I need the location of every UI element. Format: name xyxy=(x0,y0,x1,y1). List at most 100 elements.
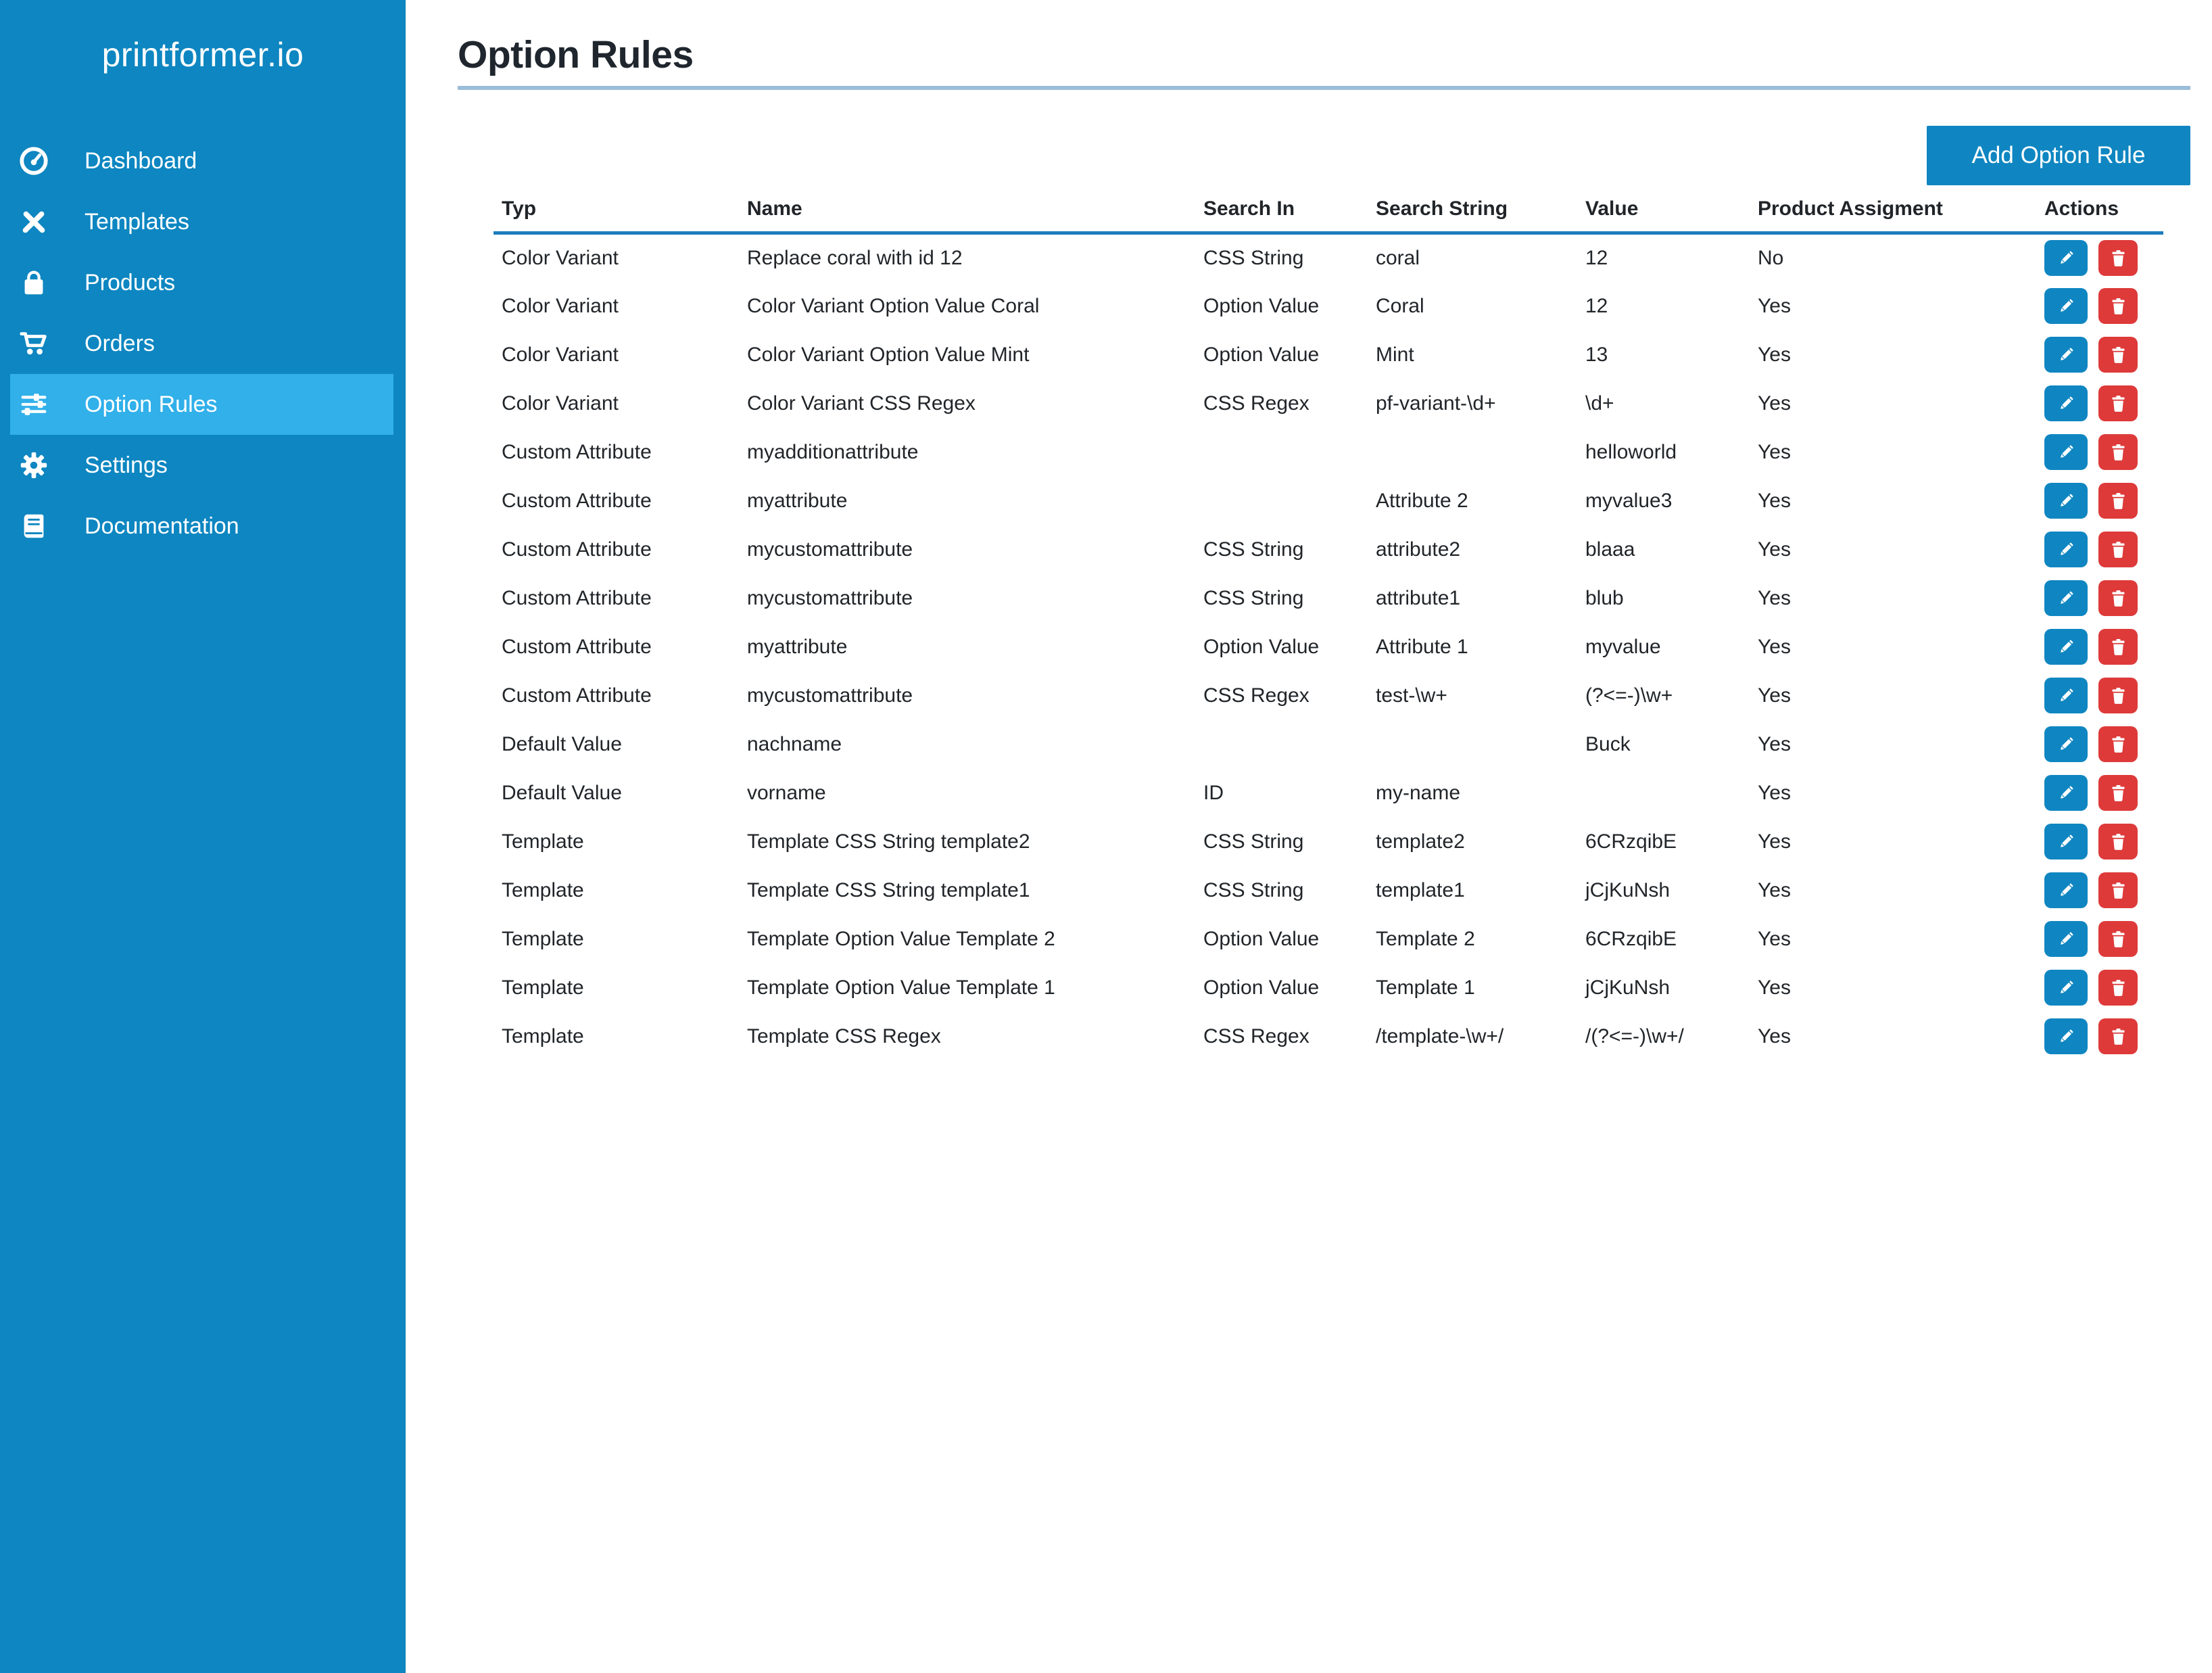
pencil-icon xyxy=(2057,589,2075,607)
trash-icon xyxy=(2109,979,2127,997)
sidebar-item-label: Orders xyxy=(85,331,155,357)
cell-search-string: template2 xyxy=(1368,818,1577,866)
cell-value: 12 xyxy=(1577,282,1750,331)
cell-value: 6CRzqibE xyxy=(1577,915,1750,964)
cell-value: (?<=-)\w+ xyxy=(1577,671,1750,720)
cell-value: /(?<=-)\w+/ xyxy=(1577,1012,1750,1061)
cell-name: myadditionattribute xyxy=(739,428,1195,477)
edit-button[interactable] xyxy=(2044,970,2088,1006)
table-header: TypNameSearch InSearch StringValueProduc… xyxy=(494,197,2163,233)
delete-button[interactable] xyxy=(2098,970,2138,1006)
cell-name: vorname xyxy=(739,769,1195,818)
trash-icon xyxy=(2109,492,2127,510)
cell-name: mycustomattribute xyxy=(739,525,1195,574)
edit-button[interactable] xyxy=(2044,872,2088,908)
cell-product-assignment: Yes xyxy=(1750,866,2036,915)
trash-icon xyxy=(2109,930,2127,948)
delete-button[interactable] xyxy=(2098,629,2138,665)
edit-button[interactable] xyxy=(2044,726,2088,762)
sidebar-item-option-rules[interactable]: Option Rules xyxy=(10,374,393,435)
cell-typ: Template xyxy=(494,1012,739,1061)
cell-search-in: CSS String xyxy=(1195,233,1368,282)
cell-value: 6CRzqibE xyxy=(1577,818,1750,866)
pencil-icon xyxy=(2057,979,2075,997)
delete-button[interactable] xyxy=(2098,580,2138,616)
delete-button[interactable] xyxy=(2098,775,2138,811)
cell-product-assignment: Yes xyxy=(1750,379,2036,428)
trash-icon xyxy=(2109,346,2127,364)
delete-button[interactable] xyxy=(2098,678,2138,713)
cell-product-assignment: Yes xyxy=(1750,818,2036,866)
cell-name: Color Variant CSS Regex xyxy=(739,379,1195,428)
table-row: Custom Attribute myattribute Option Valu… xyxy=(494,623,2163,671)
delete-button[interactable] xyxy=(2098,726,2138,762)
edit-button[interactable] xyxy=(2044,337,2088,373)
delete-button[interactable] xyxy=(2098,337,2138,373)
column-header-product-assigment: Product Assigment xyxy=(1750,197,2036,233)
table-row: Template Template Option Value Template … xyxy=(494,964,2163,1012)
delete-button[interactable] xyxy=(2098,434,2138,470)
cell-typ: Custom Attribute xyxy=(494,525,739,574)
cell-product-assignment: Yes xyxy=(1750,964,2036,1012)
edit-button[interactable] xyxy=(2044,532,2088,567)
sidebar-item-label: Option Rules xyxy=(85,392,218,418)
sidebar: printformer.io Dashboard Templates Produ… xyxy=(0,0,406,1673)
cell-actions xyxy=(2036,477,2163,525)
cell-search-in: Option Value xyxy=(1195,915,1368,964)
option-rules-icon xyxy=(18,389,49,420)
orders-icon xyxy=(18,328,49,359)
cell-value xyxy=(1577,769,1750,818)
edit-button[interactable] xyxy=(2044,580,2088,616)
cell-product-assignment: Yes xyxy=(1750,1012,2036,1061)
delete-button[interactable] xyxy=(2098,824,2138,859)
edit-button[interactable] xyxy=(2044,434,2088,470)
add-option-rule-button[interactable]: Add Option Rule xyxy=(1927,126,2190,185)
cell-actions xyxy=(2036,525,2163,574)
cell-search-string: Template 1 xyxy=(1368,964,1577,1012)
cell-value: myvalue3 xyxy=(1577,477,1750,525)
delete-button[interactable] xyxy=(2098,1018,2138,1054)
edit-button[interactable] xyxy=(2044,1018,2088,1054)
sidebar-item-dashboard[interactable]: Dashboard xyxy=(0,131,406,191)
table-row: Custom Attribute mycustomattribute CSS S… xyxy=(494,525,2163,574)
cell-search-string: my-name xyxy=(1368,769,1577,818)
cell-search-in: CSS Regex xyxy=(1195,671,1368,720)
edit-button[interactable] xyxy=(2044,921,2088,957)
cell-value: blub xyxy=(1577,574,1750,623)
trash-icon xyxy=(2109,832,2127,851)
edit-button[interactable] xyxy=(2044,629,2088,665)
delete-button[interactable] xyxy=(2098,288,2138,324)
cell-actions xyxy=(2036,428,2163,477)
edit-button[interactable] xyxy=(2044,385,2088,421)
delete-button[interactable] xyxy=(2098,483,2138,519)
delete-button[interactable] xyxy=(2098,872,2138,908)
delete-button[interactable] xyxy=(2098,240,2138,276)
pencil-icon xyxy=(2057,443,2075,461)
edit-button[interactable] xyxy=(2044,678,2088,713)
sidebar-item-products[interactable]: Products xyxy=(0,252,406,313)
cell-product-assignment: Yes xyxy=(1750,769,2036,818)
table-row: Color Variant Color Variant Option Value… xyxy=(494,282,2163,331)
cell-search-string xyxy=(1368,428,1577,477)
cell-value: 12 xyxy=(1577,233,1750,282)
cell-value: myvalue xyxy=(1577,623,1750,671)
delete-button[interactable] xyxy=(2098,921,2138,957)
sidebar-item-settings[interactable]: Settings xyxy=(0,435,406,496)
edit-button[interactable] xyxy=(2044,775,2088,811)
sidebar-item-documentation[interactable]: Documentation xyxy=(0,496,406,557)
edit-button[interactable] xyxy=(2044,824,2088,859)
edit-button[interactable] xyxy=(2044,483,2088,519)
cell-search-string: Attribute 2 xyxy=(1368,477,1577,525)
table-row: Color Variant Color Variant CSS Regex CS… xyxy=(494,379,2163,428)
cell-name: Color Variant Option Value Coral xyxy=(739,282,1195,331)
delete-button[interactable] xyxy=(2098,385,2138,421)
column-header-search-string: Search String xyxy=(1368,197,1577,233)
cell-search-in: CSS String xyxy=(1195,818,1368,866)
sidebar-item-templates[interactable]: Templates xyxy=(0,191,406,252)
edit-button[interactable] xyxy=(2044,240,2088,276)
cell-name: mycustomattribute xyxy=(739,671,1195,720)
edit-button[interactable] xyxy=(2044,288,2088,324)
delete-button[interactable] xyxy=(2098,532,2138,567)
option-rules-table: TypNameSearch InSearch StringValueProduc… xyxy=(494,197,2163,1061)
sidebar-item-orders[interactable]: Orders xyxy=(0,313,406,374)
